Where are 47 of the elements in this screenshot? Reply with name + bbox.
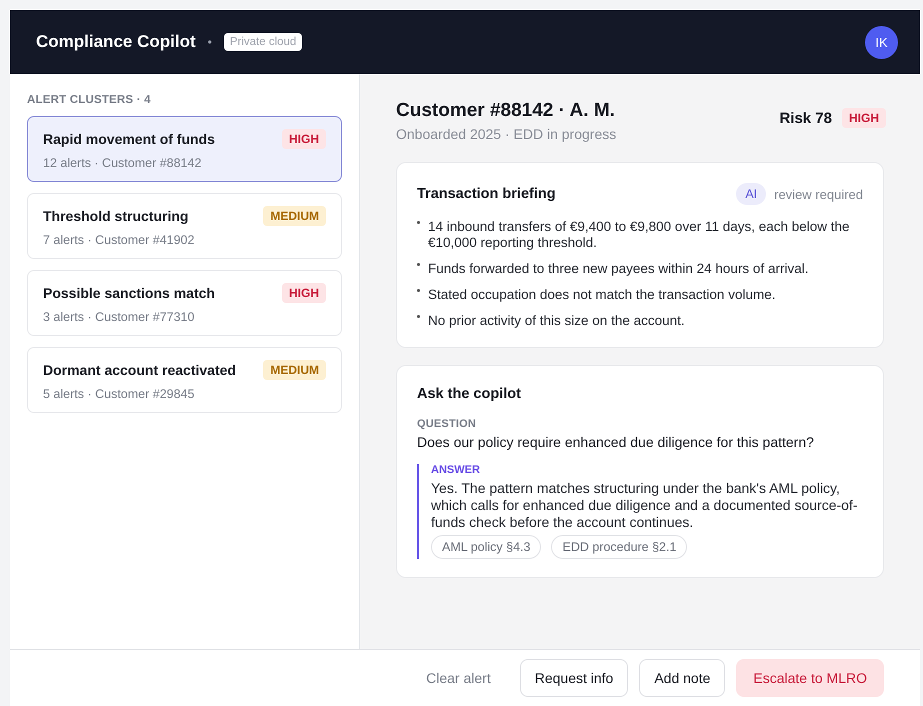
action-button[interactable]: Add note <box>639 659 726 697</box>
severity-badge: HIGH <box>842 108 886 128</box>
severity-badge: MEDIUM <box>263 206 326 226</box>
cluster-meta: 3 alerts · Customer #77310 <box>43 310 196 324</box>
card-title: Ask the copilot <box>417 386 522 402</box>
user-avatar[interactable]: IK <box>865 26 898 58</box>
answer-text: Yes. The pattern matches structuring under the bank's AML policy, which calls for enhanced due diligence and a documented source-of-funds check before the account continues. <box>431 480 858 531</box>
severity-badge: MEDIUM <box>263 360 326 380</box>
cluster-title: Rapid movement of funds <box>43 131 215 147</box>
cluster-title: Possible sanctions match <box>43 285 215 301</box>
environment-badge: Private cloud <box>224 33 302 51</box>
separator-dot: • <box>208 35 212 49</box>
briefing-bullet: Funds forwarded to three new payees within 24 hours of arrival. <box>428 261 808 277</box>
bullet-icon <box>417 263 420 266</box>
severity-badge: HIGH <box>282 129 326 149</box>
escalate-button[interactable]: Escalate to MLRO <box>736 659 884 697</box>
question-label: QUESTION <box>417 418 478 430</box>
customer-subtitle: Onboarded 2025 · EDD in progress <box>396 126 616 142</box>
briefing-bullet: Stated occupation does not match the transaction volume. <box>428 287 776 303</box>
clear-alert-link[interactable]: Clear alert <box>412 660 505 696</box>
bullet-icon <box>417 221 420 224</box>
question-text: Does our policy require enhanced due diligence for this pattern? <box>417 434 815 450</box>
source-chip[interactable]: EDD procedure §2.1 <box>551 535 688 559</box>
alert-cluster-card[interactable]: Threshold structuring MEDIUM 7 alerts · Customer #41902 <box>27 193 342 259</box>
section-heading: ALERT CLUSTERS · 4 <box>27 94 152 106</box>
briefing-bullet: No prior activity of this size on the account. <box>428 313 685 329</box>
customer-title: Customer #88142 · A. M. <box>396 100 616 122</box>
cluster-title: Dormant account reactivated <box>43 362 236 378</box>
bullet-icon <box>417 289 420 292</box>
source-chip[interactable]: AML policy §4.3 <box>431 535 542 559</box>
bullet-icon <box>417 315 420 318</box>
card-title: Transaction briefing <box>417 186 556 202</box>
cluster-meta: 12 alerts · Customer #88142 <box>43 156 202 170</box>
review-note: review required <box>774 186 863 202</box>
answer-label: ANSWER <box>431 464 481 476</box>
alert-cluster-card[interactable]: Rapid movement of funds HIGH 12 alerts · Customer #88142 <box>27 116 342 182</box>
alert-cluster-card[interactable]: Dormant account reactivated MEDIUM 5 alerts · Customer #29845 <box>27 347 342 413</box>
action-button[interactable]: Request info <box>520 659 628 697</box>
ai-badge: AI <box>736 183 766 205</box>
app-title: Compliance Copilot <box>36 32 196 52</box>
risk-score: Risk 78 <box>779 110 832 126</box>
cluster-meta: 7 alerts · Customer #41902 <box>43 233 196 247</box>
alert-cluster-card[interactable]: Possible sanctions match HIGH 3 alerts · Customer #77310 <box>27 270 342 336</box>
cluster-title: Threshold structuring <box>43 208 188 224</box>
severity-badge: HIGH <box>282 283 326 303</box>
cluster-meta: 5 alerts · Customer #29845 <box>43 387 196 401</box>
briefing-bullet: 14 inbound transfers of €9,400 to €9,800 over 11 days, each below the €10,000 reporting threshold. <box>428 219 851 251</box>
